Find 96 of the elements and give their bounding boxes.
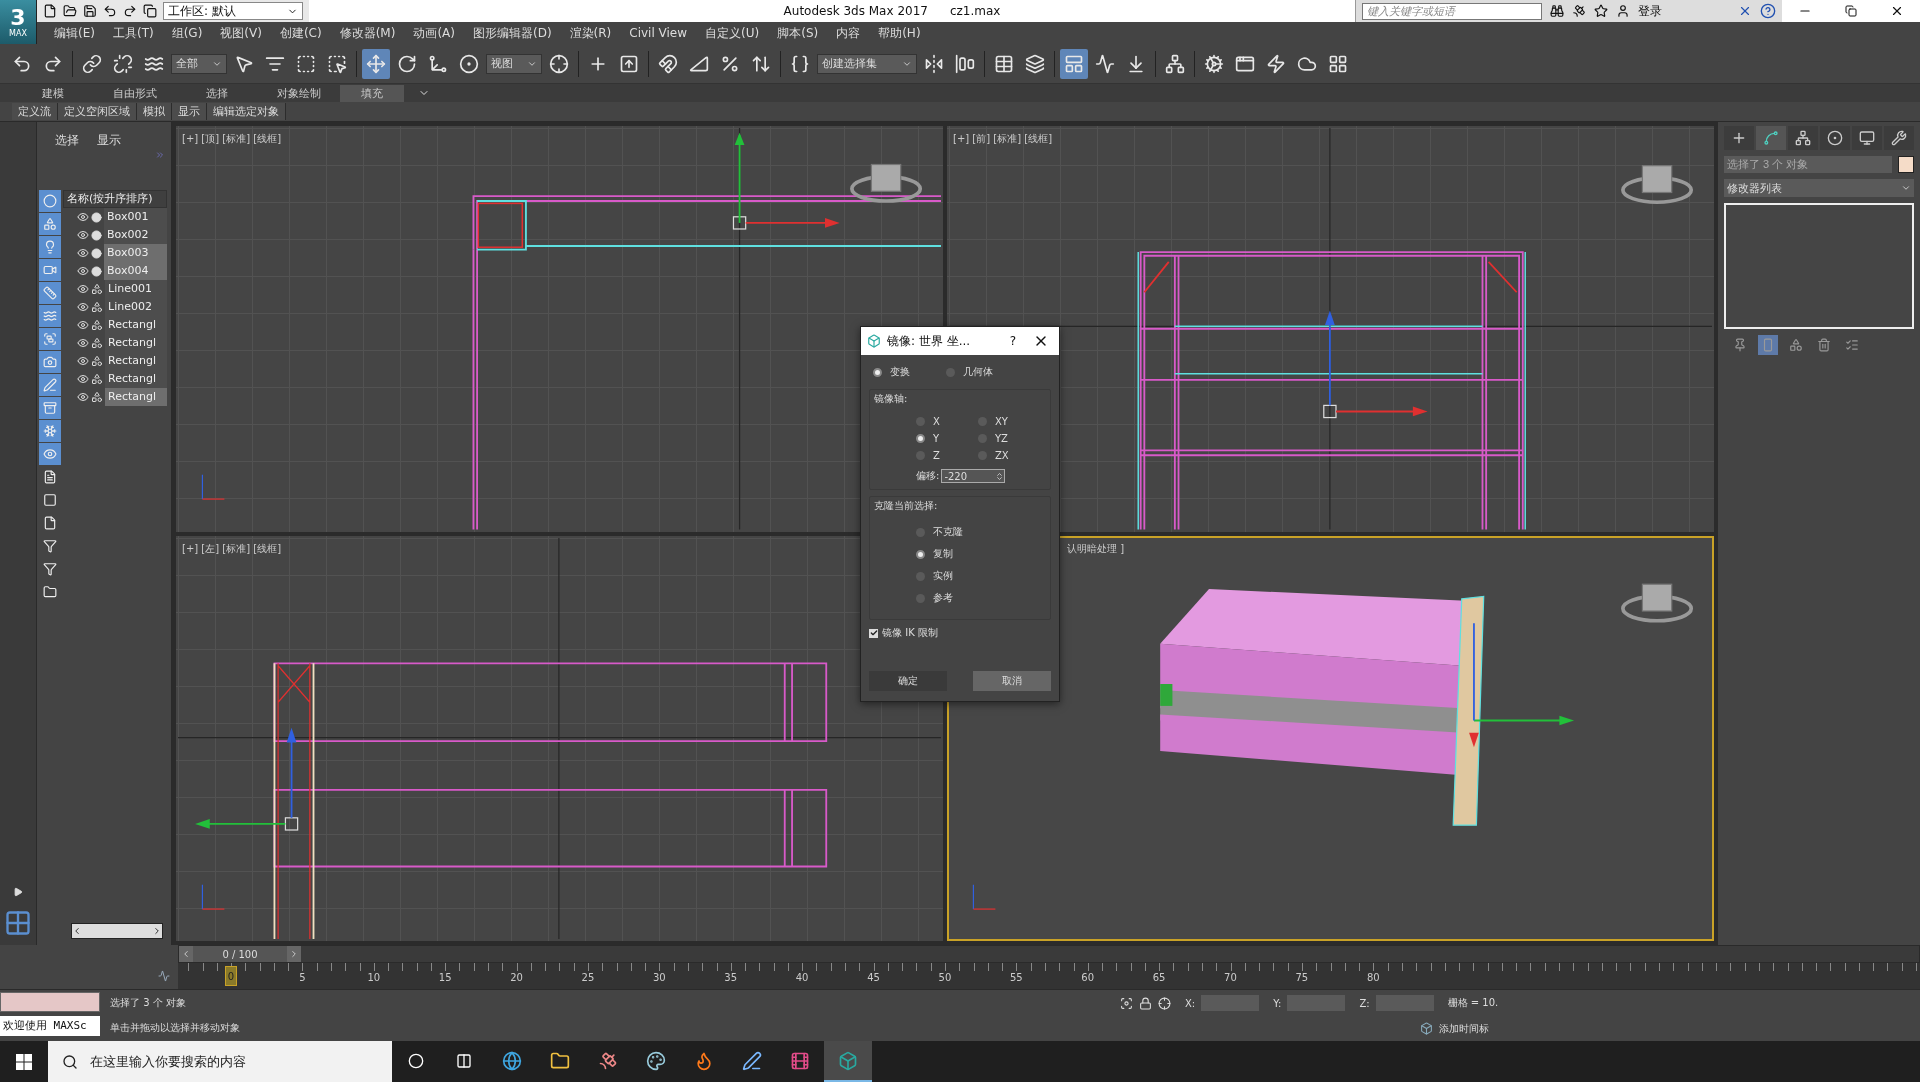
object-name[interactable]: Box004 (104, 262, 167, 280)
menu-item[interactable]: 修改器(M) (330, 24, 405, 42)
menu-item[interactable]: 渲染(R) (560, 24, 621, 42)
radio-option[interactable]: XY (978, 416, 1038, 427)
object-name[interactable]: Box002 (104, 226, 167, 244)
ribbon-tab[interactable]: 对象绘制 (258, 85, 340, 102)
ribbon-tab[interactable]: 选择 (176, 85, 258, 102)
frame-number: 5 (298, 972, 307, 983)
object-name[interactable]: Rectangl (105, 352, 167, 370)
radio-option[interactable]: 几何体 (946, 365, 993, 379)
frame-number: 60 (1080, 972, 1096, 983)
frame-number: 25 (580, 972, 596, 983)
frame-number: 15 (437, 972, 453, 983)
menu-item[interactable]: 组(G) (162, 24, 212, 42)
toolbar-dropdown[interactable]: 视图 (486, 53, 542, 74)
menu-item[interactable]: 编辑(E) (45, 24, 104, 42)
frame-number: 50 (937, 972, 953, 983)
time-slider[interactable]: 0 / 100 (178, 945, 1920, 963)
menu-item[interactable]: 内容 (827, 24, 870, 42)
listener-output[interactable]: 欢迎使用 MAXSc (0, 1016, 100, 1036)
menu-item[interactable]: 视图(V) (211, 24, 271, 42)
menu-item[interactable]: 动画(A) (404, 24, 464, 42)
explorer-tab[interactable]: 选择 (55, 130, 79, 150)
menu-item[interactable]: 脚本(S) (768, 24, 828, 42)
toolbar-dropdown[interactable]: 创建选择集 (817, 53, 917, 74)
offset-field[interactable]: -220 (941, 469, 1006, 483)
frame-number: 55 (1008, 972, 1024, 983)
ribbon-panel-button[interactable]: 定义流 (12, 103, 58, 120)
workspace-dropdown[interactable]: 工作区: 默认 (163, 2, 303, 20)
frame-number: 20 (509, 972, 524, 983)
ribbon-panel-button[interactable]: 编辑选定对象 (207, 103, 286, 120)
frame-number: 40 (794, 972, 810, 983)
logo-glyph: 3 (10, 6, 26, 29)
offset-label: 偏移: (916, 469, 940, 483)
object-name[interactable]: Rectangl (105, 370, 167, 388)
radio-option[interactable]: YZ (978, 433, 1038, 444)
viewport-label[interactable]: [+] [左] [标准] [线框] (182, 541, 282, 556)
coordinate-label: X: (1185, 997, 1196, 1009)
object-name[interactable]: Rectangl (105, 388, 167, 406)
object-name[interactable]: Line002 (105, 298, 167, 316)
viewport-label[interactable]: [+] [顶] [标准] [线框] (182, 132, 282, 146)
menu-item[interactable]: Civil View (620, 26, 697, 40)
frame-number: 10 (366, 972, 382, 983)
ribbon-panel-button[interactable]: 显示 (172, 103, 207, 120)
menu-item[interactable]: 工具(T) (103, 24, 163, 42)
menu-item[interactable]: 创建(C) (270, 24, 331, 42)
taskbar-search-input[interactable]: 在这里输入你要搜索的内容 (88, 1053, 368, 1070)
frame-counter: 0 / 100 (221, 948, 259, 960)
frame-number: 80 (1365, 972, 1381, 983)
object-name[interactable]: Rectangl (105, 334, 167, 352)
ribbon-tab[interactable]: 填充 (340, 85, 404, 102)
menu-item[interactable]: 图形编辑器(D) (463, 24, 561, 42)
menu-item[interactable]: 自定义(U) (696, 24, 769, 42)
frame-number: 35 (723, 972, 739, 983)
logo-label: MAX (9, 28, 27, 38)
object-name[interactable]: Box001 (104, 208, 167, 226)
viewport-label[interactable]: [+] [前] [标准] [线框] (953, 132, 1053, 146)
explorer-tab[interactable]: 显示 (97, 130, 121, 150)
search-field[interactable]: 键入关键字或短语 (1362, 2, 1542, 20)
object-name[interactable]: Box003 (104, 244, 167, 262)
menu-item[interactable]: 帮助(H) (869, 24, 930, 42)
frame-number: 70 (1223, 972, 1238, 983)
toolbar-dropdown[interactable]: 全部 (171, 53, 227, 74)
help-button[interactable]: ? (1003, 334, 1023, 348)
status-message: 选择了 3 个 对象 (110, 995, 187, 1010)
current-frame-marker[interactable]: 0 (225, 966, 237, 986)
ribbon-panel-button[interactable]: 定义空闲区域 (58, 103, 137, 120)
ribbon-panel-button[interactable]: 模拟 (137, 103, 172, 120)
radio-option[interactable]: ZX (978, 450, 1038, 461)
group-title: 镜像轴: (874, 392, 909, 406)
sign-in-link[interactable]: 登录 (1638, 2, 1662, 20)
modifier-list-dropdown[interactable]: 修改器列表 (1724, 179, 1914, 197)
time-tag-label[interactable]: 添加时间标 (1439, 1021, 1489, 1036)
frame-number: 30 (651, 972, 667, 983)
track-bar[interactable]: 0 5 10 15 20 25 30 35 40 45 50 55 60 65 70 75 80 (178, 963, 1920, 989)
ribbon-tab[interactable]: 自由形式 (94, 85, 176, 102)
coordinate-label: Y: (1273, 997, 1282, 1009)
prompt-message: 单击并拖动以选择并移动对象 (110, 1021, 241, 1036)
app-logo[interactable]: 3 MAX (0, 0, 37, 44)
grid-size: 栅格 = 10. (1447, 996, 1499, 1011)
frame-number: 75 (1294, 972, 1310, 983)
dialog-button[interactable]: 确定 (869, 671, 947, 691)
file-name: cz1.max (949, 4, 1001, 18)
viewport-label[interactable]: 认明暗处理 ] (1067, 541, 1125, 556)
window-title: Autodesk 3ds Max 2017 (783, 4, 928, 18)
group-title: 克隆当前选择: (874, 499, 939, 513)
dialog-button[interactable]: 取消 (973, 671, 1051, 691)
taskbar-search[interactable]: 在这里输入你要搜索的内容 (48, 1041, 392, 1082)
object-name[interactable]: Line001 (105, 280, 167, 298)
ribbon-tab[interactable]: 建模 (12, 85, 94, 102)
frame-number: 65 (1151, 972, 1167, 983)
frame-number: 45 (866, 972, 881, 983)
radio-option[interactable]: 变换 (873, 365, 910, 379)
coordinate-label: Z: (1359, 997, 1370, 1009)
object-name[interactable]: Rectangl (105, 316, 167, 334)
column-header[interactable]: 名称(按升序排序) (63, 190, 167, 208)
